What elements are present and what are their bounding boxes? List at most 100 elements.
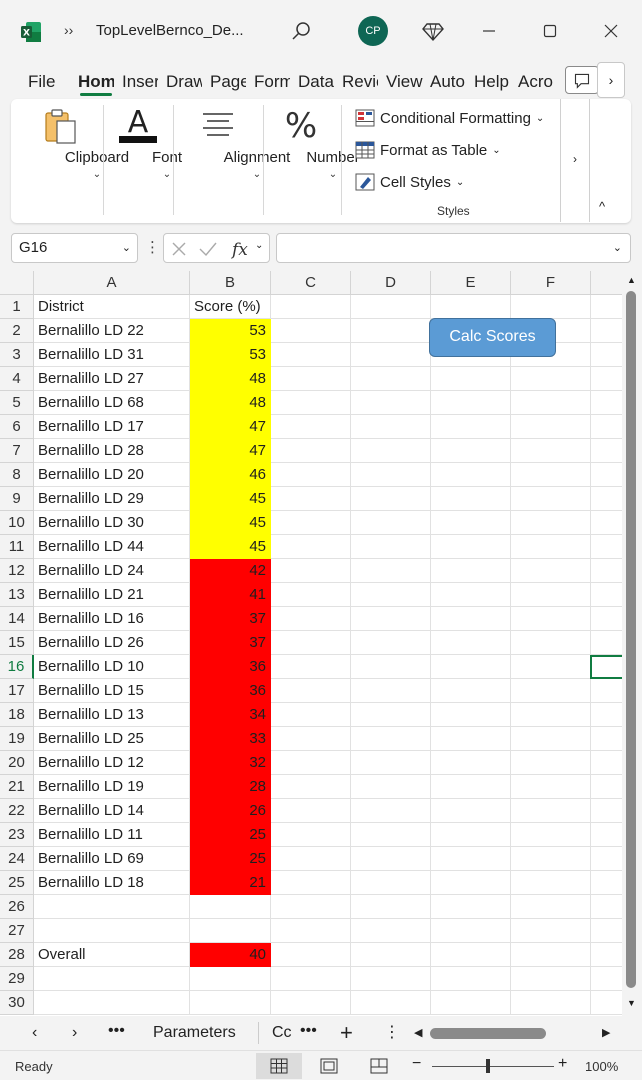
cell-empty[interactable] [271,511,351,535]
cell-empty[interactable] [351,871,431,895]
cell-empty[interactable] [511,631,591,655]
cell-empty[interactable] [271,847,351,871]
row-header[interactable]: 11 [0,535,34,559]
cell-empty[interactable] [271,823,351,847]
cell-score[interactable]: Score (%) [190,295,271,319]
cell-empty[interactable] [271,343,351,367]
cell-empty[interactable] [271,895,351,919]
cell-empty[interactable] [511,535,591,559]
cell-score[interactable] [190,991,271,1015]
cell-empty[interactable] [351,391,431,415]
cell-empty[interactable] [511,823,591,847]
enter-check-icon[interactable] [198,240,218,258]
row-header[interactable]: 9 [0,487,34,511]
cell-district[interactable]: Bernalillo LD 68 [34,391,190,415]
cell-empty[interactable] [351,343,431,367]
cell-district[interactable]: Bernalillo LD 28 [34,439,190,463]
cell-district[interactable]: Bernalillo LD 11 [34,823,190,847]
row-header[interactable]: 8 [0,463,34,487]
cell-score[interactable]: 33 [190,727,271,751]
ribbon-scroll-right-icon[interactable]: › [560,99,590,222]
cell-empty[interactable] [351,487,431,511]
cell-empty[interactable] [511,727,591,751]
cell-score[interactable]: 26 [190,799,271,823]
row-header[interactable]: 22 [0,799,34,823]
page-layout-view-icon[interactable] [306,1053,352,1079]
cell-district[interactable]: Bernalillo LD 10 [34,655,190,679]
cell-score[interactable]: 53 [190,343,271,367]
cell-empty[interactable] [271,703,351,727]
cell-score[interactable]: 36 [190,655,271,679]
row-header[interactable]: 13 [0,583,34,607]
row-header[interactable]: 26 [0,895,34,919]
tab-data[interactable]: Data [298,72,334,92]
cell-empty[interactable] [271,919,351,943]
row-header[interactable]: 28 [0,943,34,967]
select-all-corner[interactable] [0,271,34,295]
tab-draw[interactable]: Draw [166,72,202,92]
tab-acrobat[interactable]: Acro [518,72,556,92]
cell-district[interactable]: Bernalillo LD 13 [34,703,190,727]
cell-empty[interactable] [511,583,591,607]
tab-help[interactable]: Help [474,72,512,92]
cell-empty[interactable] [271,439,351,463]
cell-empty[interactable] [591,295,622,319]
cell-district[interactable] [34,991,190,1015]
cell-score[interactable]: 46 [190,463,271,487]
cell-district[interactable]: Bernalillo LD 30 [34,511,190,535]
cell-district[interactable]: Bernalillo LD 29 [34,487,190,511]
cell-score[interactable]: 48 [190,391,271,415]
cell-empty[interactable] [591,607,622,631]
cell-empty[interactable] [351,775,431,799]
cell-empty[interactable] [591,367,622,391]
cell-empty[interactable] [591,583,622,607]
cell-empty[interactable] [271,607,351,631]
zoom-slider[interactable] [432,1066,554,1067]
cell-empty[interactable] [591,895,622,919]
row-header[interactable]: 1 [0,295,34,319]
more-commands-icon[interactable]: ›› [64,22,73,38]
cell-district[interactable]: Bernalillo LD 19 [34,775,190,799]
cell-score[interactable]: 21 [190,871,271,895]
cell-score[interactable]: 37 [190,607,271,631]
cell-district[interactable]: Bernalillo LD 16 [34,607,190,631]
cell-empty[interactable] [431,823,511,847]
cell-empty[interactable] [351,655,431,679]
chevron-down-icon[interactable]: ⌄ [122,241,131,254]
cell-empty[interactable] [351,295,431,319]
cell-district[interactable]: Bernalillo LD 26 [34,631,190,655]
cell-district[interactable]: Bernalillo LD 31 [34,343,190,367]
cell-empty[interactable] [511,607,591,631]
row-header[interactable]: 27 [0,919,34,943]
cell-empty[interactable] [511,871,591,895]
cell-empty[interactable] [591,511,622,535]
cell-empty[interactable] [431,799,511,823]
cell-empty[interactable] [351,943,431,967]
more-sheets-icon[interactable]: ••• [300,1022,317,1040]
cell-empty[interactable] [431,943,511,967]
cell-district[interactable] [34,967,190,991]
row-header[interactable]: 14 [0,607,34,631]
cell-district[interactable]: Bernalillo LD 24 [34,559,190,583]
cell-district[interactable] [34,919,190,943]
cell-empty[interactable] [511,943,591,967]
cell-empty[interactable] [591,463,622,487]
cell-empty[interactable] [431,559,511,583]
more-options-icon[interactable]: ⋮ [145,238,160,256]
cell-district[interactable]: Bernalillo LD 12 [34,751,190,775]
formula-input[interactable]: ⌄ [276,233,631,263]
tab-formulas[interactable]: Form [254,72,290,92]
row-header[interactable]: 25 [0,871,34,895]
cell-empty[interactable] [591,439,622,463]
cell-empty[interactable] [431,679,511,703]
cell-empty[interactable] [511,775,591,799]
row-header[interactable]: 3 [0,343,34,367]
cell-empty[interactable] [511,391,591,415]
cell-empty[interactable] [591,775,622,799]
cell-empty[interactable] [351,439,431,463]
cell-score[interactable]: 45 [190,487,271,511]
cell-empty[interactable] [351,679,431,703]
diamond-icon[interactable] [422,20,444,42]
column-header-f[interactable]: F [511,271,591,295]
column-header-c[interactable]: C [271,271,351,295]
